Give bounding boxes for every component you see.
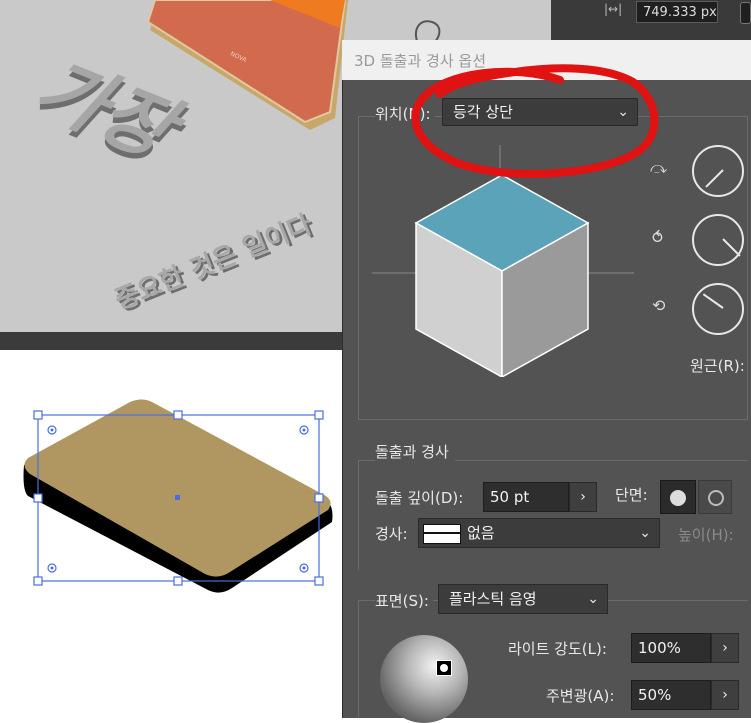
chevron-down-icon: ⌄ — [639, 525, 651, 541]
svg-text:중요한 것은 일이다: 중요한 것은 일이다 — [111, 210, 317, 316]
ambient-chevron-right-icon[interactable]: › — [711, 680, 739, 710]
surface-value: 플라스틱 음영 — [449, 590, 537, 608]
cap-off-icon — [708, 490, 724, 506]
selected-3d-shape[interactable] — [0, 350, 345, 718]
bevel-value: 없음 — [467, 524, 495, 542]
cap-on-button[interactable] — [660, 480, 696, 514]
bevel-dropdown[interactable]: 없음 ⌄ — [418, 518, 660, 548]
light-intensity-chevron-right-icon[interactable]: › — [711, 633, 739, 663]
bevel-swatch — [423, 523, 461, 544]
extrude-heading: 돌출과 경사 — [375, 441, 455, 462]
sub-3d-text: 중요한 것은 일이다 중요한 것은 일이다 — [111, 210, 320, 318]
surface-dropdown[interactable]: 플라스틱 음영 ⌄ — [438, 584, 608, 614]
perspective-label: 원근(R): — [690, 357, 745, 375]
z-rotation-dial[interactable] — [692, 283, 744, 335]
y-axis-rotate-icon: ⥀ — [652, 228, 663, 247]
red-annotation-circle — [411, 64, 659, 178]
x-rotation-dial[interactable] — [692, 145, 744, 197]
ambient-label: 주변광(A): — [546, 687, 615, 705]
big-3d-text: 가장 가장 — [16, 52, 204, 177]
bevel-label: 경사: — [375, 525, 408, 543]
cap-label: 단면: — [615, 486, 648, 504]
cap-on-icon — [670, 490, 686, 506]
extrude-section — [358, 460, 748, 570]
chevron-down-icon: ⌄ — [587, 591, 599, 607]
svg-text:가장: 가장 — [16, 52, 204, 171]
light-sphere-preview[interactable] — [380, 635, 468, 723]
y-rotation-dial[interactable] — [692, 214, 744, 266]
extrude-depth-label: 돌출 깊이(D): — [375, 489, 464, 507]
width-input[interactable]: 749.333 px — [636, 1, 718, 23]
link-icon[interactable] — [740, 2, 751, 24]
z-axis-rotate-icon: ⟲ — [652, 296, 666, 315]
cap-off-button[interactable] — [698, 480, 732, 514]
extrude-depth-chevron-right-icon[interactable]: › — [569, 482, 597, 512]
extrude-depth-input[interactable]: 50 pt — [483, 482, 569, 512]
height-label: 높이(H): — [678, 526, 734, 544]
light-intensity-label: 라이트 강도(L): — [508, 640, 607, 658]
light-intensity-input[interactable]: 100% — [631, 633, 711, 663]
surface-label: 표면(S): — [375, 590, 433, 611]
width-arrow-icon: |↔| — [604, 2, 623, 16]
ambient-input[interactable]: 50% — [631, 680, 711, 710]
light-handle[interactable] — [436, 660, 452, 676]
artboard-bottom — [0, 350, 345, 718]
